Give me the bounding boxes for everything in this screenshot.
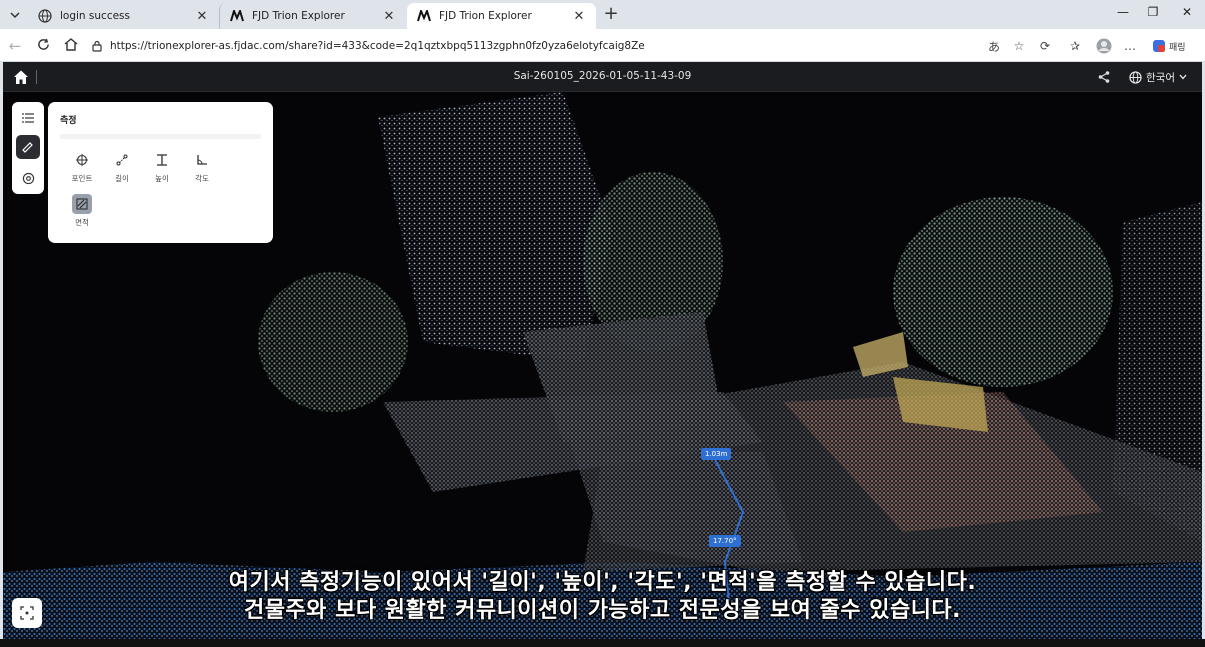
copilot-icon [1153,40,1165,52]
home-icon [64,38,78,51]
globe-icon [1129,70,1142,84]
list-icon [22,113,34,123]
refresh-icon [37,38,49,50]
settings-icon [22,172,34,184]
browser-tab-strip: login success ✕ FJD Trion Explorer ✕ FJD… [0,0,1205,29]
browser-tab-fjd-trion-explorer[interactable]: FJD Trion Explorer ✕ [219,3,406,29]
browser-toolbar: ← https://trionexplorer-as.fjdac.com/sha… [0,29,1205,62]
tab-title: FJD Trion Explorer [439,10,532,22]
fjd-logo-icon [417,10,431,22]
length-icon [112,150,132,170]
layers-list-button[interactable] [16,106,40,130]
area-tool[interactable]: 면적 [62,194,102,234]
favorite-star-icon[interactable]: ☆ [1010,36,1028,56]
measure-panel-title: 측정 [60,116,77,126]
new-tab-button[interactable]: + [600,4,622,25]
angle-icon [192,150,212,170]
tab-title: login success [60,10,130,22]
tool-label: 면적 [75,218,89,227]
close-window-button[interactable]: ✕ [1174,5,1200,23]
panel-divider [60,134,261,139]
area-icon [72,194,92,214]
globe-icon [38,9,52,23]
video-subtitle-line-2: 건물주와 보다 원활한 커뮤니이션이 가능하고 전문성을 보여 줄수 있습니다. [243,598,962,623]
viewer-header: Sai-260105_2026-01-05-11-43-09 한국어 [3,62,1202,92]
address-bar[interactable]: https://trionexplorer-as.fjdac.com/share… [88,34,1008,57]
avatar[interactable] [1094,36,1114,56]
home-button[interactable] [61,36,81,56]
extensions-icon[interactable]: ⟳ [1036,36,1054,56]
trion-viewer: Sai-260105_2026-01-05-11-43-09 한국어 1.03m… [3,62,1202,639]
browser-tab-login-success[interactable]: login success ✕ [28,3,219,29]
favorites-icon[interactable]: ✰ [1066,36,1084,56]
chevron-down-icon [10,11,20,18]
ruler-icon [22,142,33,153]
angle-measure-tag[interactable]: 17.70° [709,535,741,547]
tool-label: 각도 [195,174,209,183]
minimize-button[interactable]: — [1110,5,1136,23]
measure-tool-button[interactable] [16,135,40,159]
measure-panel: 측정 포인트 길이 높이 각도 면적 [48,102,273,243]
tab-title: FJD Trion Explorer [252,10,345,22]
url-text: https://trionexplorer-as.fjdac.com/share… [110,39,645,52]
browser-tab-fjd-trion-explorer-active[interactable]: FJD Trion Explorer ✕ [407,3,596,29]
angle-tool[interactable]: 각도 [182,150,222,190]
view-settings-button[interactable] [16,166,40,190]
crosshair-icon [72,150,92,170]
fit-view-button[interactable] [12,598,42,628]
window-bottom-edge [0,639,1205,647]
language-selector[interactable]: 한국어 [1129,68,1187,86]
read-aloud-icon[interactable]: あ [985,36,1003,56]
profile-avatar-icon [1096,38,1112,54]
project-title: Sai-260105_2026-01-05-11-43-09 [513,70,692,82]
tool-label: 포인트 [71,174,93,183]
height-icon [152,150,172,170]
copilot-button[interactable]: 패링 [1152,36,1202,56]
height-tool[interactable]: 높이 [142,150,182,190]
lock-icon [92,40,102,52]
tab-close-icon[interactable]: ✕ [382,9,396,24]
fjd-logo-icon [230,10,244,22]
refresh-button[interactable] [33,36,53,56]
tab-close-icon[interactable]: ✕ [572,9,586,24]
length-tool[interactable]: 길이 [102,150,142,190]
tab-close-icon[interactable]: ✕ [195,9,209,24]
side-toolbar [12,102,44,194]
share-icon[interactable] [1097,70,1111,84]
restore-button[interactable]: ❐ [1140,5,1166,23]
settings-more-icon[interactable]: … [1122,36,1138,56]
chevron-down-icon [1179,74,1187,80]
length-measure-tag[interactable]: 1.03m [701,448,732,460]
tool-label: 높이 [155,174,169,183]
tab-actions-menu-button[interactable] [4,4,26,25]
site-info-icon[interactable] [88,37,106,55]
focus-frame-icon [20,606,34,620]
back-button[interactable]: ← [5,36,25,56]
tool-label: 길이 [115,174,129,183]
profile-label: 패링 [1169,42,1186,53]
point-tool[interactable]: 포인트 [62,150,102,190]
language-label: 한국어 [1146,71,1175,84]
